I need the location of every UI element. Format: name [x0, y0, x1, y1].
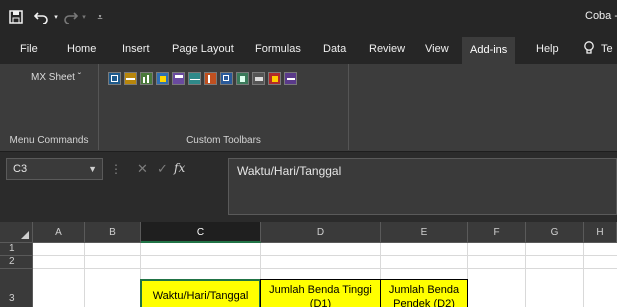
mx-sheet-button[interactable]: MX Sheet ˇ [31, 72, 81, 83]
toolbar-paste-icon[interactable] [236, 72, 249, 85]
cancel-icon[interactable]: ✕ [137, 161, 148, 177]
tab-help[interactable]: Help [536, 34, 559, 64]
row-header-1[interactable]: 1 [0, 243, 33, 256]
column-header-f[interactable]: F [468, 222, 526, 243]
undo-dropdown-icon[interactable]: ▾ [52, 9, 60, 25]
row-header-2[interactable]: 2 [0, 256, 33, 269]
formula-input[interactable]: Waktu/Hari/Tanggal [228, 158, 617, 215]
gridline [84, 243, 85, 307]
column-header-b[interactable]: B [85, 222, 141, 243]
column-header-c[interactable]: C [141, 222, 261, 243]
menu-commands-label: Menu Commands [9, 135, 89, 146]
row-header-3[interactable]: 3 [0, 269, 33, 307]
enter-icon[interactable]: ✓ [157, 161, 168, 177]
worksheet-grid: A B C D E F G H 1 2 3 Waktu/Hari/Tanggal… [0, 222, 617, 307]
tab-insert[interactable]: Insert [122, 34, 150, 64]
name-box-dropdown-icon[interactable]: ▼ [88, 159, 97, 179]
toolbar-sort-icon[interactable] [156, 72, 169, 85]
gridline [33, 268, 617, 269]
toolbar-merge-icon[interactable] [188, 72, 201, 85]
menu-commands-group: MX Sheet ˇ Menu Commands [0, 64, 99, 150]
select-all-button[interactable] [0, 222, 33, 243]
title-bar: ▾ ▾ ⩡ Coba - [0, 0, 617, 34]
tab-page-layout[interactable]: Page Layout [172, 34, 234, 64]
toolbar-table-icon[interactable] [124, 72, 137, 85]
toolbar-print-icon[interactable] [252, 72, 265, 85]
custom-toolbars-label: Custom Toolbars [186, 135, 261, 146]
custom-toolbar-icons [108, 72, 297, 85]
formula-bar-area: C3 ▼ ⋮ ✕ ✓ fx Waktu/Hari/Tanggal [0, 152, 617, 220]
tab-file[interactable]: File [20, 34, 38, 64]
tab-tell-me[interactable]: Te [601, 34, 613, 64]
save-icon[interactable] [8, 9, 24, 25]
toolbar-filter-icon[interactable] [172, 72, 185, 85]
toolbar-chart-icon[interactable] [140, 72, 153, 85]
tab-add-ins[interactable]: Add-ins [462, 37, 516, 64]
gridline [525, 243, 526, 307]
lightbulb-icon[interactable] [583, 41, 595, 60]
document-title: Coba - [585, 10, 617, 22]
redo-dropdown-icon[interactable]: ▾ [80, 9, 88, 25]
ribbon-tabs: File Home Insert Page Layout Formulas Da… [0, 34, 617, 64]
toolbar-copy-icon[interactable] [220, 72, 233, 85]
insert-function-icon[interactable]: fx [174, 161, 185, 175]
tab-review[interactable]: Review [369, 34, 405, 64]
toolbar-grid-icon[interactable] [108, 72, 121, 85]
tab-formulas[interactable]: Formulas [255, 34, 301, 64]
column-header-g[interactable]: G [526, 222, 584, 243]
more-options-icon[interactable]: ⋮ [110, 162, 122, 176]
customize-qat-icon[interactable]: ⩡ [95, 9, 105, 25]
cell-c3[interactable]: Waktu/Hari/Tanggal [140, 279, 261, 307]
redo-icon[interactable] [62, 9, 78, 25]
tab-view[interactable]: View [425, 34, 449, 64]
cell-e3[interactable]: Jumlah Benda Pendek (D2) [380, 279, 468, 307]
gridline [583, 243, 584, 307]
toolbar-settings-icon[interactable] [284, 72, 297, 85]
column-header-d[interactable]: D [261, 222, 381, 243]
column-header-h[interactable]: H [584, 222, 617, 243]
toolbar-delete-icon[interactable] [268, 72, 281, 85]
gridline [33, 255, 617, 256]
column-header-e[interactable]: E [381, 222, 468, 243]
tab-data[interactable]: Data [323, 34, 346, 64]
name-box-value: C3 [13, 163, 28, 175]
name-box[interactable]: C3 ▼ [6, 158, 103, 180]
toolbar-format-icon[interactable] [204, 72, 217, 85]
tab-home[interactable]: Home [67, 34, 96, 64]
ribbon: MX Sheet ˇ Menu Commands Custom Toolbars [0, 64, 617, 152]
undo-icon[interactable] [34, 9, 50, 25]
cell-d3[interactable]: Jumlah Benda Tinggi (D1) [260, 279, 381, 307]
column-header-a[interactable]: A [33, 222, 85, 243]
